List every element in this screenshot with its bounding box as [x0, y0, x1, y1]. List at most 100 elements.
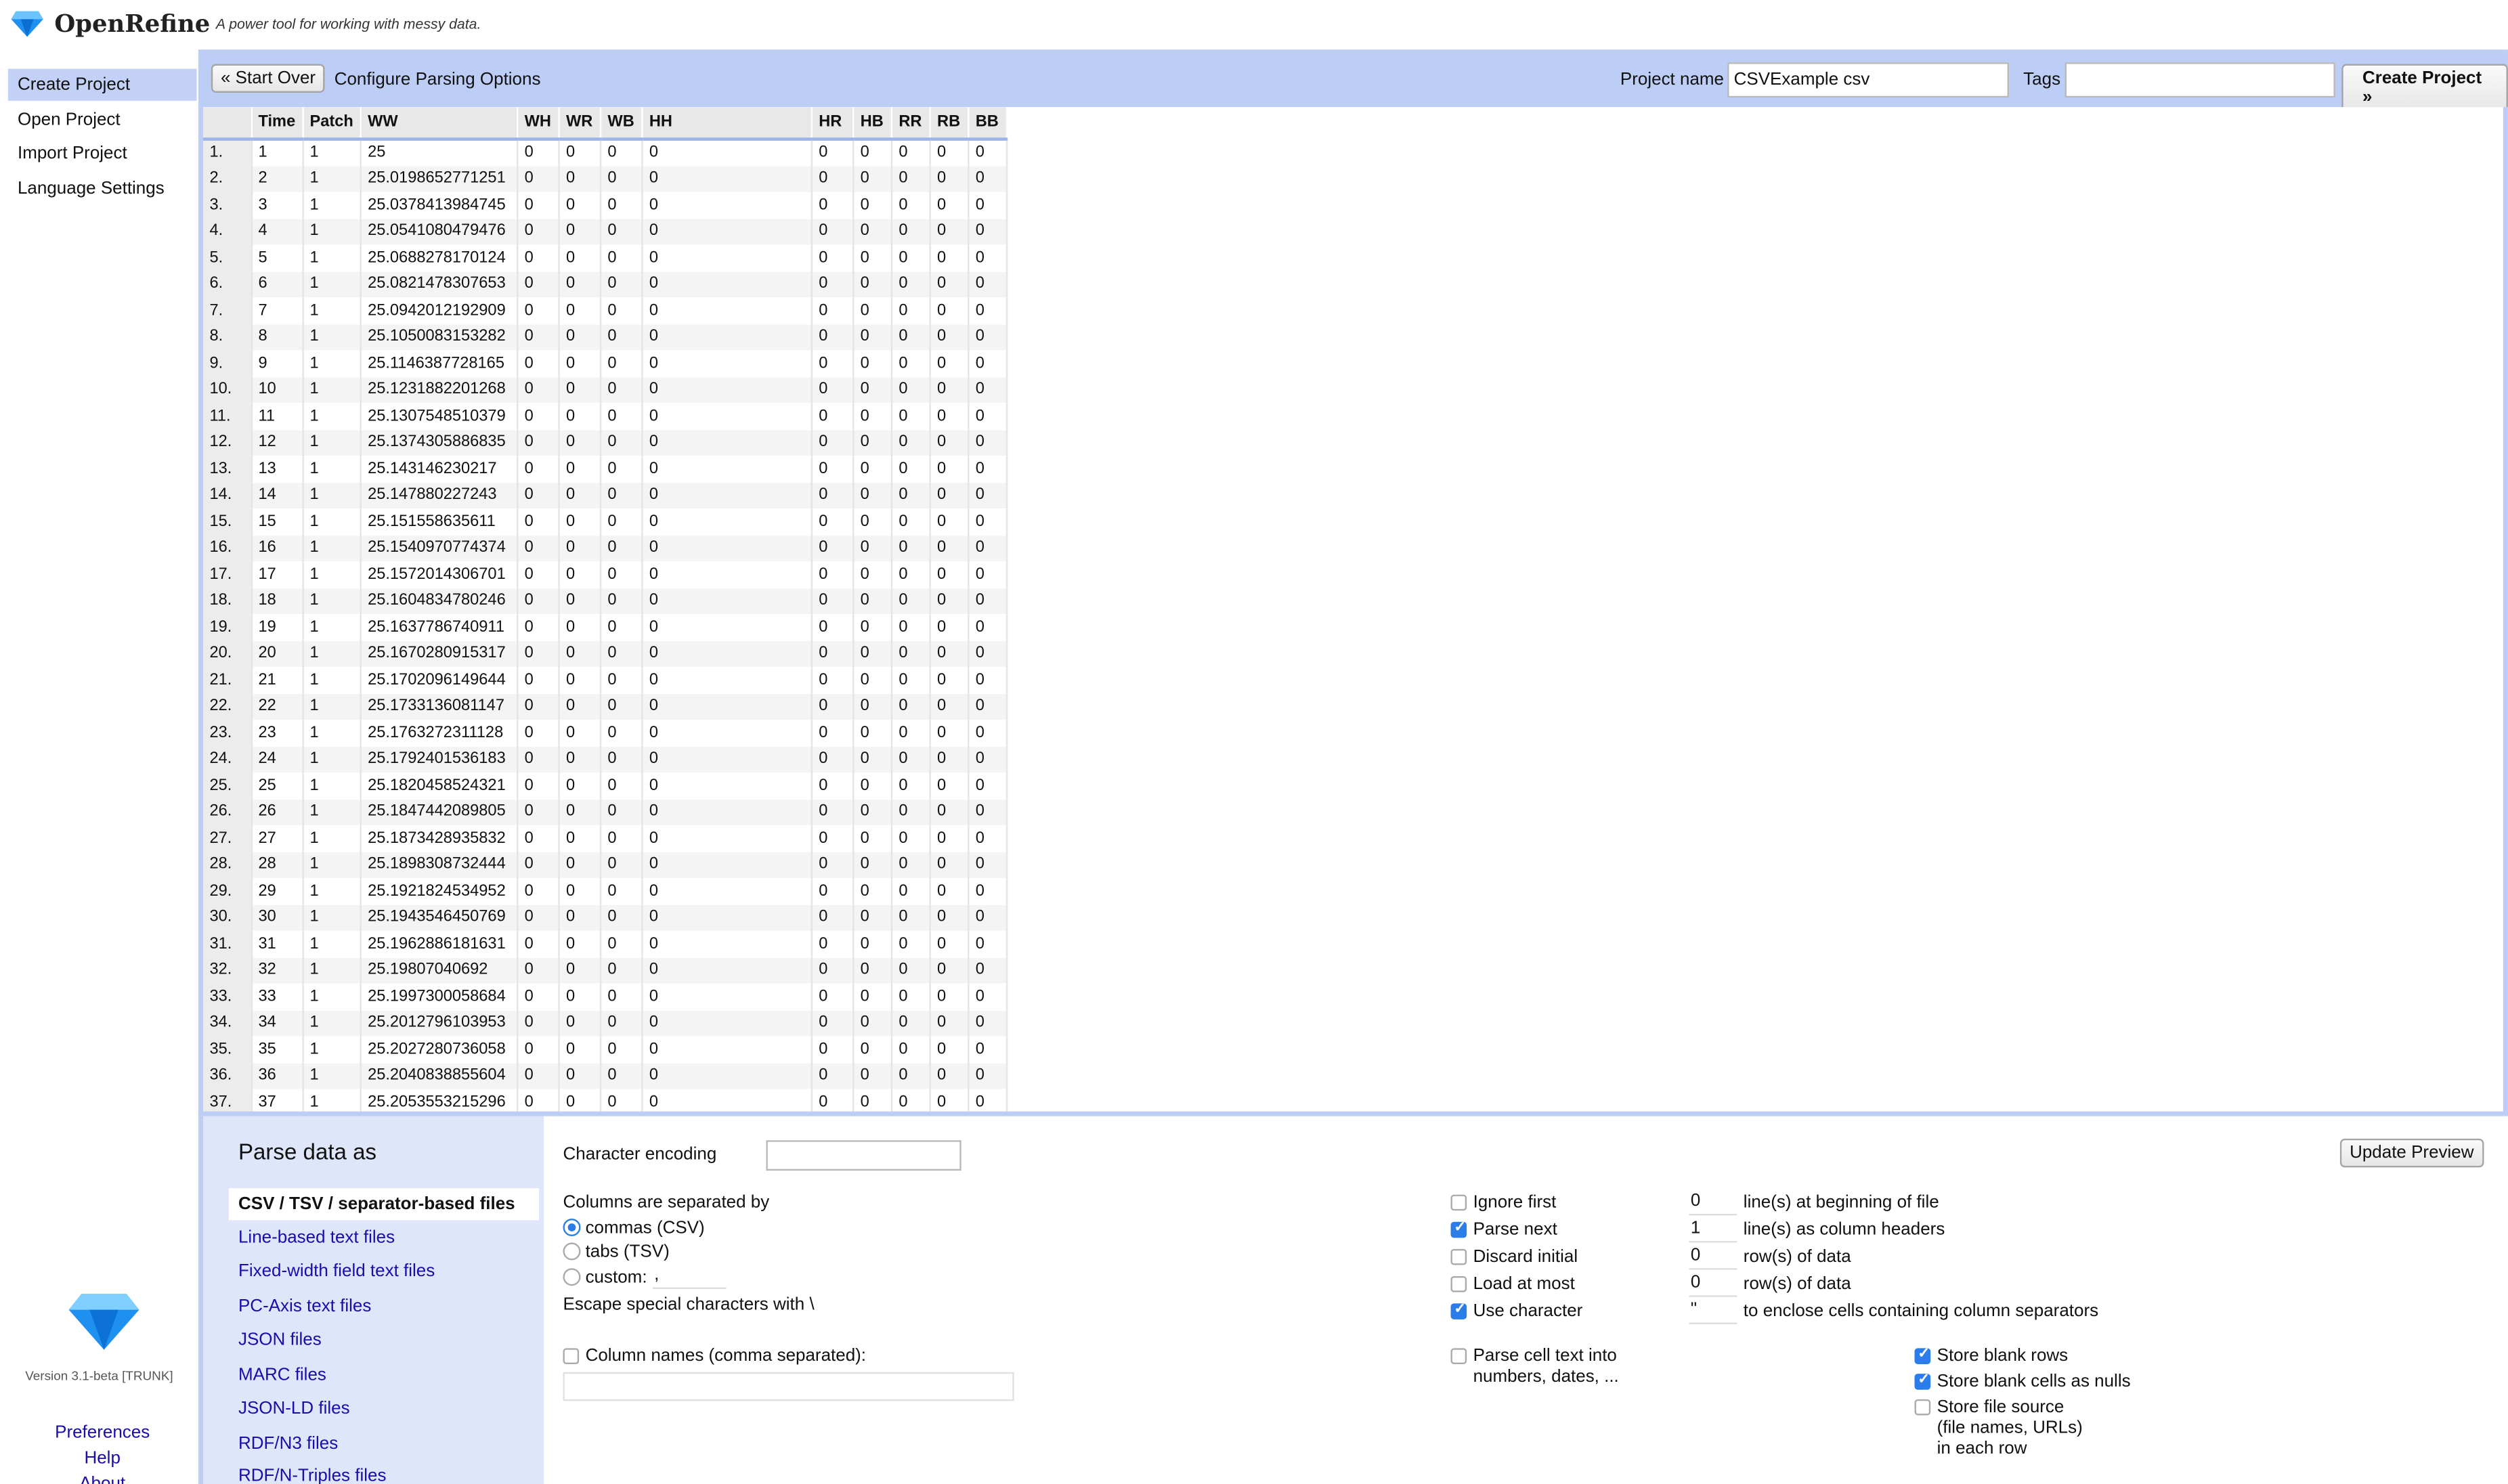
table-cell: 0 — [811, 930, 855, 957]
tags-input[interactable] — [2064, 62, 2335, 98]
nav-import-project[interactable]: Import Project — [8, 137, 197, 169]
table-cell: 0 — [600, 456, 643, 483]
discard-initial-input[interactable]: 0 — [1689, 1246, 1737, 1270]
store-file-source-checkbox[interactable] — [1914, 1399, 1931, 1416]
table-cell: 0 — [968, 376, 1008, 403]
ignore-first-checkbox[interactable] — [1450, 1194, 1467, 1211]
column-header-hr: HR — [811, 107, 855, 141]
help-link[interactable]: Help — [0, 1449, 204, 1468]
format-csv-tsv[interactable]: CSV / TSV / separator-based files — [228, 1188, 540, 1221]
table-cell: 0 — [517, 535, 560, 562]
table-cell: 0 — [811, 165, 855, 192]
format-pc-axis[interactable]: PC-Axis text files — [238, 1297, 371, 1316]
pane-divider[interactable] — [198, 1111, 2508, 1116]
table-cell: 25.1572014306701 — [360, 561, 519, 588]
format-rdf-n3[interactable]: RDF/N3 files — [238, 1435, 338, 1454]
preferences-link[interactable]: Preferences — [0, 1423, 204, 1442]
table-cell: 0 — [968, 614, 1008, 641]
table-cell: 0 — [600, 192, 643, 219]
row-index: 17. — [202, 561, 253, 588]
row-index: 10. — [202, 376, 253, 403]
row-index: 12. — [202, 429, 253, 456]
table-cell: 0 — [930, 957, 970, 984]
start-over-button[interactable]: « Start Over — [211, 64, 326, 93]
column-header-wb: WB — [600, 107, 643, 141]
table-cell: 0 — [600, 376, 643, 403]
store-blank-rows-checkbox[interactable] — [1914, 1345, 1931, 1364]
table-row: 13. 13 1 25.143146230217 0 0 0 0 0 0 0 0 0 — [202, 456, 1008, 483]
table-cell: 0 — [891, 851, 931, 878]
table-cell: 0 — [811, 218, 855, 245]
about-link[interactable]: About — [0, 1475, 204, 1484]
table-cell: 1 — [302, 588, 362, 615]
table-cell: 0 — [559, 851, 601, 878]
table-cell: 0 — [930, 535, 970, 562]
table-cell: 0 — [559, 904, 601, 931]
project-name-input[interactable]: CSVExample csv — [1727, 62, 2009, 98]
table-cell: 0 — [811, 244, 855, 271]
table-cell: 0 — [811, 904, 855, 931]
load-at-most-checkbox[interactable] — [1450, 1276, 1467, 1292]
table-cell: 0 — [559, 1009, 601, 1036]
parse-cell-text-checkbox[interactable] — [1450, 1348, 1467, 1364]
sep-custom-input[interactable]: , — [652, 1265, 727, 1289]
table-cell: 0 — [642, 798, 813, 825]
table-cell: 0 — [891, 165, 931, 192]
use-character-checkbox[interactable] — [1450, 1300, 1467, 1319]
column-names-input[interactable] — [563, 1372, 1014, 1401]
data-preview-grid[interactable]: Time Patch WW WH WR WB HH HR HB RR RB BB 1. 1 1 25 0 0 0 0… — [198, 107, 2508, 1115]
format-rdf-n-triples[interactable]: RDF/N-Triples files — [238, 1466, 387, 1484]
format-fixed-width[interactable]: Fixed-width field text files — [238, 1262, 435, 1281]
table-cell: 0 — [559, 297, 601, 324]
table-cell: 0 — [517, 930, 560, 957]
table-cell: 0 — [853, 376, 892, 403]
format-json[interactable]: JSON files — [238, 1330, 322, 1349]
table-cell: 0 — [930, 588, 970, 615]
table-cell: 0 — [891, 904, 931, 931]
nav-open-project[interactable]: Open Project — [8, 104, 197, 136]
discard-initial-checkbox[interactable] — [1450, 1248, 1467, 1265]
nav-create-project[interactable]: Create Project — [7, 68, 197, 101]
load-at-most-input[interactable]: 0 — [1689, 1273, 1737, 1297]
sep-commas-radio[interactable] — [563, 1218, 581, 1236]
nav-language-settings[interactable]: Language Settings — [8, 173, 197, 204]
create-project-button[interactable]: Create Project » — [2341, 64, 2508, 112]
sep-tabs-radio[interactable] — [563, 1242, 581, 1261]
project-name-label: Project name — [1620, 70, 1725, 90]
table-cell: 0 — [853, 482, 892, 509]
ignore-first-input[interactable]: 0 — [1689, 1191, 1737, 1216]
table-cell: 0 — [642, 588, 813, 615]
row-index: 35. — [202, 1036, 253, 1063]
table-cell: 0 — [853, 403, 892, 430]
table-cell: 0 — [968, 350, 1008, 377]
table-cell: 0 — [642, 508, 813, 536]
table-cell: 0 — [642, 693, 813, 720]
table-cell: 0 — [517, 271, 560, 298]
table-row: 16. 16 1 25.1540970774374 0 0 0 0 0 0 0 0 0 — [202, 535, 1008, 562]
update-preview-button[interactable]: Update Preview — [2339, 1138, 2484, 1168]
row-index: 28. — [202, 851, 253, 878]
table-cell: 0 — [600, 957, 643, 984]
table-cell: 0 — [600, 218, 643, 245]
row-index: 1. — [202, 139, 253, 166]
parse-next-checkbox[interactable] — [1450, 1219, 1467, 1238]
table-cell: 0 — [642, 324, 813, 351]
diamond-logo-icon[interactable] — [9, 9, 45, 39]
table-cell: 0 — [600, 1036, 643, 1063]
format-line-based[interactable]: Line-based text files — [238, 1228, 395, 1247]
table-cell: 0 — [891, 535, 931, 562]
store-blank-cells-checkbox[interactable] — [1914, 1370, 1931, 1390]
table-cell: 0 — [559, 165, 601, 192]
column-names-checkbox[interactable] — [563, 1348, 580, 1364]
table-cell: 0 — [968, 667, 1008, 694]
format-json-ld[interactable]: JSON-LD files — [238, 1399, 350, 1418]
use-character-input[interactable]: " — [1689, 1300, 1737, 1324]
row-index: 2. — [202, 165, 253, 192]
table-cell: 0 — [811, 482, 855, 509]
format-marc[interactable]: MARC files — [238, 1366, 326, 1384]
table-row: 6. 6 1 25.0821478307653 0 0 0 0 0 0 0 0 0 — [202, 271, 1008, 298]
parse-next-input[interactable]: 1 — [1689, 1218, 1737, 1243]
app-brand[interactable]: OpenRefine — [54, 9, 210, 39]
sep-custom-radio[interactable] — [563, 1268, 581, 1286]
character-encoding-input[interactable] — [766, 1140, 961, 1171]
